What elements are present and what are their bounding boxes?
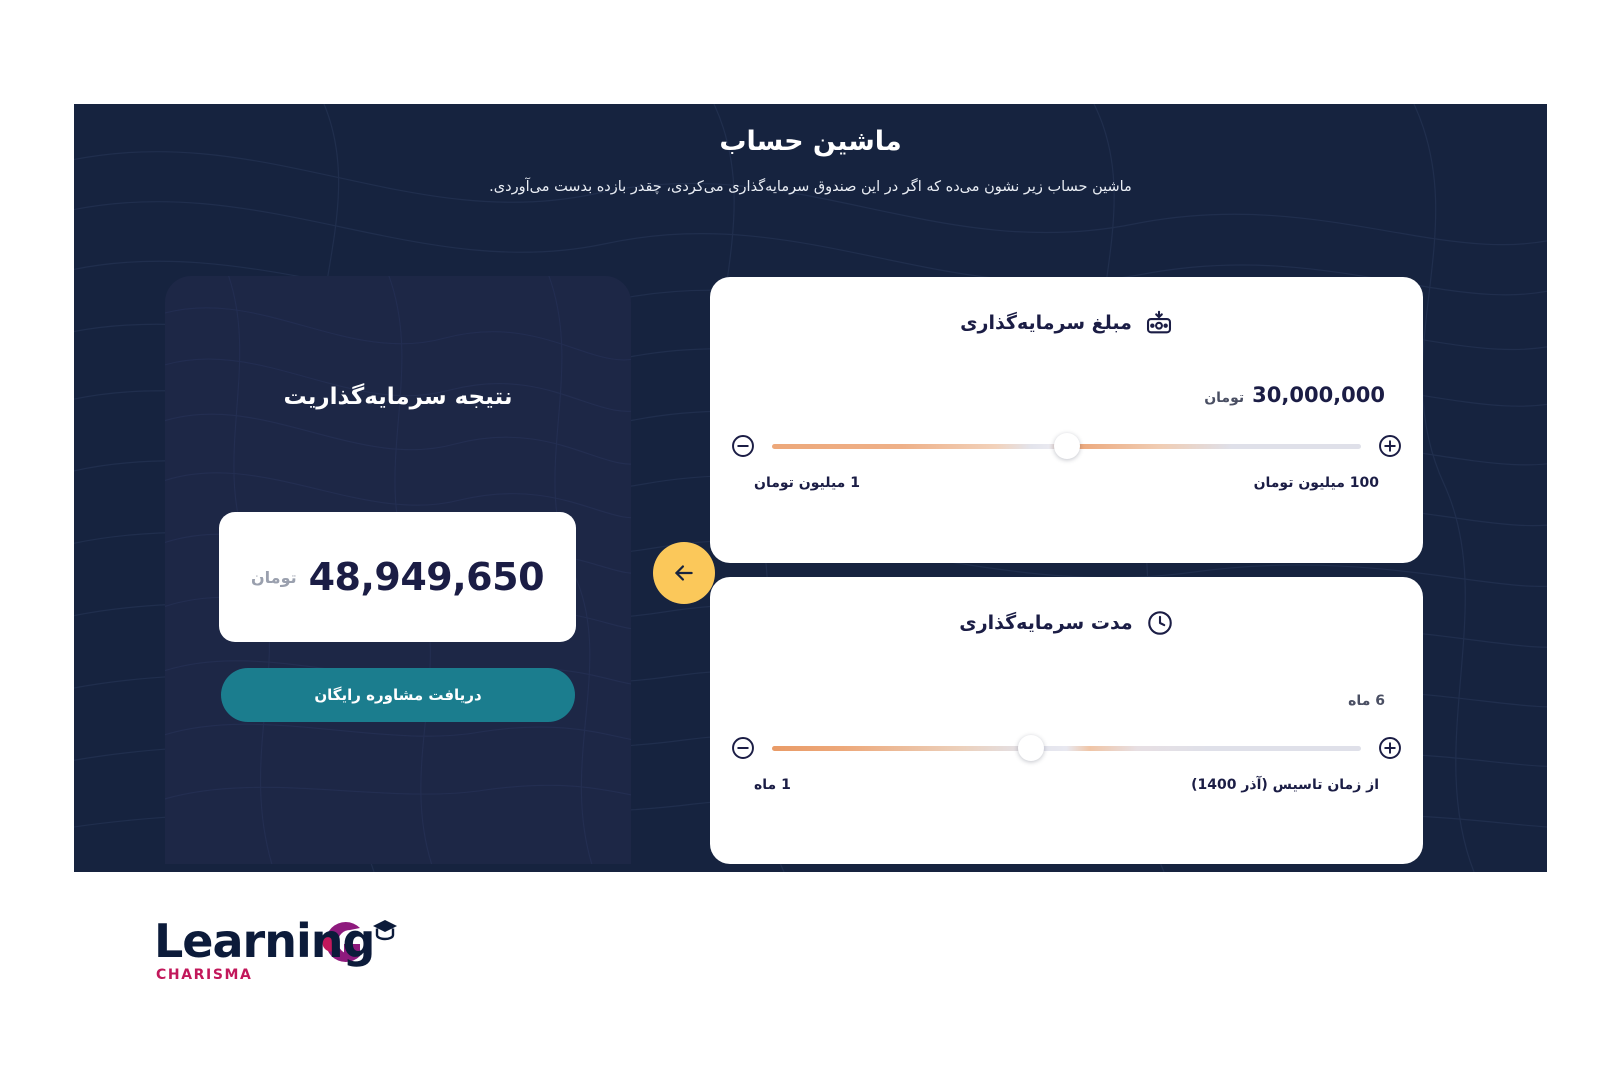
investment-duration-max-label: از زمان تاسیس (آذر 1400): [1191, 777, 1379, 793]
free-consultation-button[interactable]: دریافت مشاوره رایگان: [221, 668, 575, 722]
investment-amount-header: مبلغ سرمایه‌گذاری: [710, 277, 1423, 337]
investment-duration-card: مدت سرمایه‌گذاری 6 ماه: [710, 577, 1423, 864]
calculator-page: ماشین حساب ماشین حساب زیر نشون می‌ده که …: [0, 0, 1620, 1080]
arrow-left-icon: [675, 565, 693, 581]
investment-amount-title: مبلغ سرمایه‌گذاری: [960, 312, 1132, 334]
investment-amount-unit: تومان: [1204, 390, 1245, 406]
investment-duration-track-fill: [772, 746, 1361, 751]
investment-amount-slider-row: [710, 433, 1423, 459]
investment-amount-card: مبلغ سرمایه‌گذاری 30,000,000 تومان: [710, 277, 1423, 563]
minus-circle-icon: [732, 435, 754, 457]
investment-amount-track[interactable]: [772, 433, 1361, 459]
plus-circle-icon: [1379, 737, 1401, 759]
hero-panel: ماشین حساب ماشین حساب زیر نشون می‌ده که …: [74, 104, 1547, 872]
investment-amount-value: 30,000,000: [1252, 383, 1385, 407]
investment-amount-thumb[interactable]: [1053, 433, 1080, 459]
investment-amount-increase-button[interactable]: [1377, 433, 1403, 459]
investment-duration-title: مدت سرمایه‌گذاری: [959, 612, 1133, 634]
result-panel: نتیجه سرمایه‌گذاریت 48,949,650 تومان دری…: [165, 276, 631, 864]
investment-amount-value-row: 30,000,000 تومان: [710, 383, 1423, 407]
investment-amount-range-labels: 100 میلیون تومان 1 میلیون تومان: [710, 475, 1423, 491]
investment-duration-track[interactable]: [772, 735, 1361, 761]
arrow-left-badge[interactable]: [653, 542, 715, 604]
investment-amount-decrease-button[interactable]: [730, 433, 756, 459]
investment-duration-decrease-button[interactable]: [730, 735, 756, 761]
investment-duration-value-row: 6 ماه: [710, 693, 1423, 709]
page-subtitle: ماشین حساب زیر نشون می‌ده که اگر در این …: [489, 179, 1132, 195]
page-title: ماشین حساب: [719, 126, 902, 157]
result-amount-unit: تومان: [251, 567, 297, 587]
investment-duration-range-labels: از زمان تاسیس (آذر 1400) 1 ماه: [710, 777, 1423, 793]
clock-icon: [1147, 611, 1172, 635]
investment-duration-increase-button[interactable]: [1377, 735, 1403, 761]
investment-duration-thumb[interactable]: [1018, 735, 1045, 761]
logo-wordmark: Learning: [154, 914, 375, 968]
investment-duration-slider-row: [710, 735, 1423, 761]
investment-duration-min-label: 1 ماه: [754, 777, 791, 793]
result-title: نتیجه سرمایه‌گذاریت: [283, 384, 513, 410]
investment-duration-value: 6 ماه: [1348, 693, 1385, 709]
graduation-cap-icon: [373, 920, 397, 941]
minus-circle-icon: [732, 737, 754, 759]
logo-subtext: CHARISMA: [156, 967, 253, 983]
investment-amount-max-label: 100 میلیون تومان: [1253, 475, 1379, 491]
investment-amount-min-label: 1 میلیون تومان: [754, 475, 860, 491]
investment-duration-header: مدت سرمایه‌گذاری: [710, 577, 1423, 637]
deposit-box-icon: [1146, 310, 1171, 334]
result-amount-box: 48,949,650 تومان: [219, 512, 576, 642]
plus-circle-icon: [1379, 435, 1401, 457]
result-amount-value: 48,949,650: [308, 555, 545, 599]
brand-logo: Learning CHARISMA: [84, 910, 397, 996]
